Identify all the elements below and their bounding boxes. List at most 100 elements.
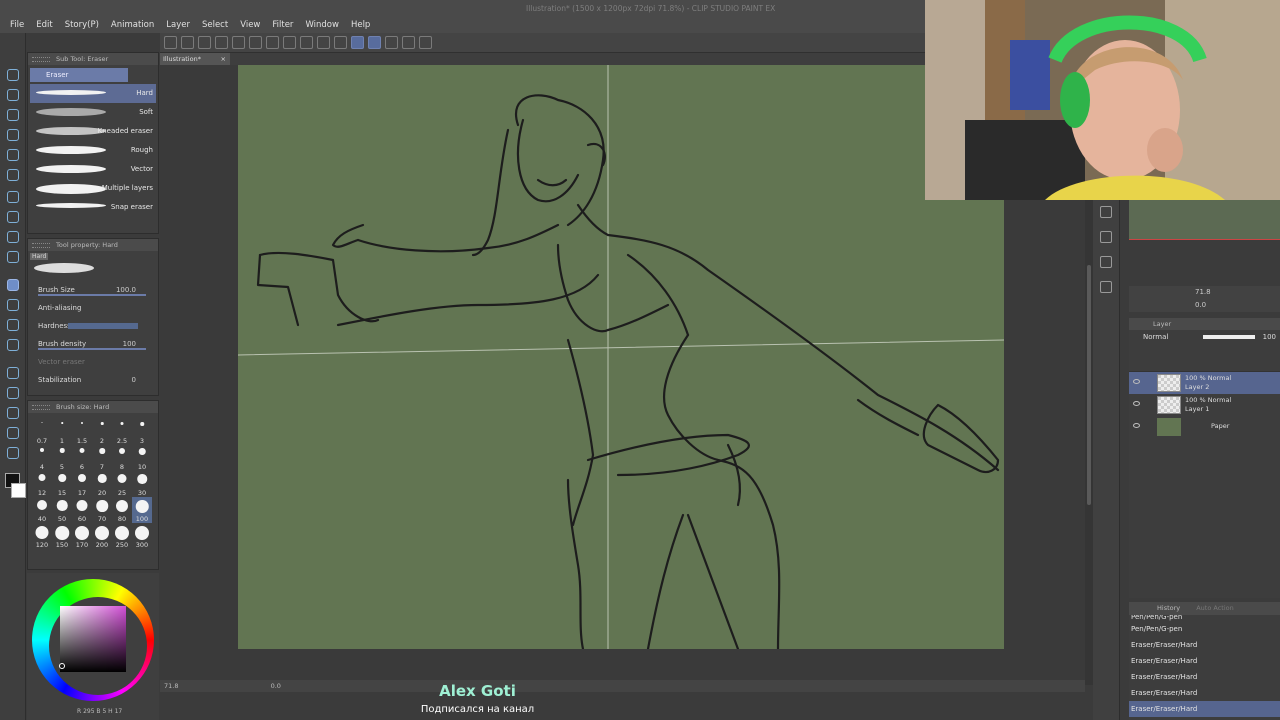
menu-layer[interactable]: Layer	[160, 18, 196, 32]
brush-item-snap[interactable]: Snap eraser	[30, 198, 156, 217]
brush-size-option[interactable]: 40	[32, 497, 52, 523]
document-tab[interactable]: Illustration* ×	[160, 53, 230, 65]
zoom-tool-icon[interactable]	[7, 69, 19, 81]
pencil-tool-icon[interactable]	[7, 211, 19, 223]
history-item[interactable]: Pen/Pen/G-pen	[1129, 621, 1280, 637]
vector-eraser-row[interactable]: Vector eraser	[28, 353, 158, 371]
brush-size-option[interactable]: 3	[132, 419, 152, 445]
layer-row[interactable]: 100 % Normal Layer 2	[1129, 372, 1280, 394]
brush-size-option[interactable]: 20	[92, 471, 112, 497]
brush-size-option[interactable]: 30	[132, 471, 152, 497]
pen-tool-icon[interactable]	[7, 191, 19, 203]
density-row[interactable]: Brush density 100	[28, 335, 158, 353]
history-tab[interactable]: History	[1157, 604, 1180, 612]
brush-size-option[interactable]: 150	[52, 523, 72, 549]
pen-pressure-icon[interactable]	[385, 36, 398, 49]
brush-size-option[interactable]: 6	[72, 445, 92, 471]
saturation-value-square[interactable]	[60, 606, 126, 672]
figure-tool-icon[interactable]	[7, 367, 19, 379]
brush-item-multiple-layers[interactable]: Multiple layers	[30, 179, 156, 198]
navigator-preview[interactable]	[1129, 200, 1280, 240]
density-slider[interactable]	[38, 348, 146, 350]
menu-file[interactable]: File	[4, 18, 30, 32]
text-tool-icon[interactable]	[7, 427, 19, 439]
brush-size-option[interactable]: 5	[52, 445, 72, 471]
ruler-tool-icon[interactable]	[7, 407, 19, 419]
navigator-angle[interactable]: 0.0	[1195, 301, 1206, 309]
brush-size-option[interactable]: 17	[72, 471, 92, 497]
save-icon[interactable]	[198, 36, 211, 49]
redo-icon[interactable]	[249, 36, 262, 49]
material-icon[interactable]	[1100, 256, 1112, 268]
status-angle[interactable]: 0.0	[271, 682, 281, 690]
stabilization-value[interactable]: 0	[132, 371, 136, 389]
select-tool-icon[interactable]	[7, 109, 19, 121]
brush-size-option[interactable]: 2	[92, 419, 112, 445]
brush-item-vector[interactable]: Vector	[30, 160, 156, 179]
open-icon[interactable]	[181, 36, 194, 49]
blend-mode-row[interactable]: Normal 100	[1129, 330, 1280, 344]
menu-select[interactable]: Select	[196, 18, 234, 32]
layer-property-icon[interactable]	[1100, 281, 1112, 293]
brush-size-option[interactable]: 300	[132, 523, 152, 549]
brush-size-option[interactable]: 1.5	[72, 419, 92, 445]
brush-size-option[interactable]: 8	[112, 445, 132, 471]
brush-size-option[interactable]: 7	[92, 445, 112, 471]
gradient-tool-icon[interactable]	[7, 339, 19, 351]
brush-size-option[interactable]: 70	[92, 497, 112, 523]
history-item[interactable]: Eraser/Eraser/Hard	[1129, 701, 1280, 717]
close-tab-icon[interactable]: ×	[221, 53, 226, 65]
brush-size-option[interactable]: 0.7	[32, 419, 52, 445]
brush-item-soft[interactable]: Soft	[30, 103, 156, 122]
color-picker-handle[interactable]	[59, 663, 65, 669]
layer-row[interactable]: 100 % Normal Layer 1	[1129, 394, 1280, 416]
blend-tool-icon[interactable]	[7, 299, 19, 311]
settings-icon[interactable]	[419, 36, 432, 49]
sub-view-icon[interactable]	[1100, 231, 1112, 243]
brush-size-option[interactable]: 200	[92, 523, 112, 549]
brush-size-option[interactable]: 170	[72, 523, 92, 549]
brush-size-option[interactable]: 10	[132, 445, 152, 471]
brush-size-row[interactable]: Brush Size 100.0	[28, 281, 158, 299]
brush-size-value[interactable]: 100.0	[116, 281, 136, 299]
brush-tool-icon[interactable]	[7, 231, 19, 243]
brush-size-option[interactable]: 80	[112, 497, 132, 523]
menu-window[interactable]: Window	[299, 18, 345, 32]
menu-edit[interactable]: Edit	[30, 18, 58, 32]
menu-filter[interactable]: Filter	[266, 18, 299, 32]
eye-icon[interactable]	[1133, 423, 1140, 428]
brush-size-option[interactable]: 100	[132, 497, 152, 523]
brush-size-option[interactable]: 60	[72, 497, 92, 523]
navigator-zoom[interactable]: 71.8	[1195, 288, 1211, 296]
opacity-value[interactable]: 100	[1263, 330, 1276, 344]
brush-size-slider[interactable]	[38, 294, 146, 296]
fill-tool-icon[interactable]	[7, 319, 19, 331]
scrollbar-thumb[interactable]	[1087, 265, 1091, 505]
eyedropper-tool-icon[interactable]	[7, 169, 19, 181]
deselect-icon[interactable]	[334, 36, 347, 49]
status-zoom[interactable]: 71.8	[164, 682, 178, 690]
eye-icon[interactable]	[1133, 379, 1140, 384]
crop-icon[interactable]	[300, 36, 313, 49]
transform-icon[interactable]	[317, 36, 330, 49]
layer-row[interactable]: Paper	[1129, 416, 1280, 438]
lasso-tool-icon[interactable]	[7, 149, 19, 161]
sub-color-swatch[interactable]	[11, 483, 26, 498]
brush-size-option[interactable]: 12	[32, 471, 52, 497]
brush-size-option[interactable]: 2.5	[112, 419, 132, 445]
menu-story[interactable]: Story(P)	[59, 18, 105, 32]
stabilization-row[interactable]: Stabilization 0	[28, 371, 158, 389]
eye-icon[interactable]	[1133, 401, 1140, 406]
menu-help[interactable]: Help	[345, 18, 376, 32]
fill-icon[interactable]	[283, 36, 296, 49]
snap-special-ruler-icon[interactable]	[368, 36, 381, 49]
history-item[interactable]: Eraser/Eraser/Hard	[1129, 653, 1280, 669]
brush-size-option[interactable]: 15	[52, 471, 72, 497]
airbrush-tool-icon[interactable]	[7, 251, 19, 263]
drawing-canvas[interactable]	[237, 64, 1005, 651]
navigator-icon[interactable]	[1100, 206, 1112, 218]
sparkle-icon[interactable]	[266, 36, 279, 49]
export-icon[interactable]	[215, 36, 228, 49]
brush-size-option[interactable]: 50	[52, 497, 72, 523]
history-item[interactable]: Eraser/Eraser/Hard	[1129, 637, 1280, 653]
